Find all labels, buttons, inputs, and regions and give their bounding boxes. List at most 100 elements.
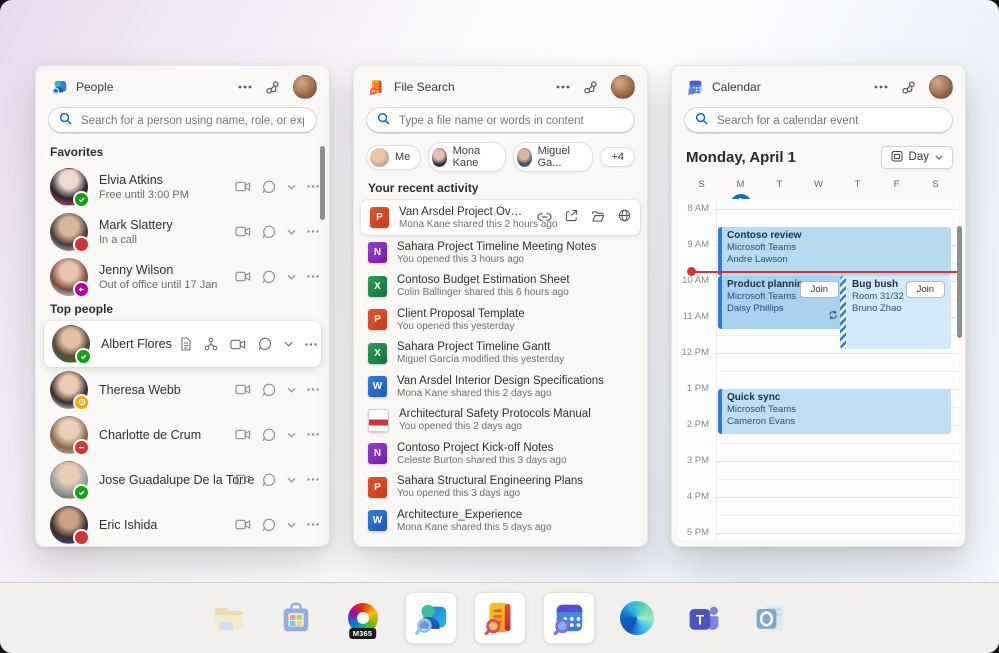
video-call-icon[interactable] [235, 181, 251, 192]
file-row[interactable]: P Sahara Structural Engineering PlansYou… [354, 471, 647, 505]
chat-icon[interactable] [258, 337, 272, 351]
globe-icon[interactable] [618, 209, 631, 227]
chat-icon[interactable] [262, 518, 276, 532]
favorites-section-label: Favorites [36, 142, 329, 164]
chat-icon[interactable] [262, 180, 276, 194]
more-actions-icon[interactable] [307, 275, 319, 278]
scrollbar-thumb[interactable] [957, 226, 962, 338]
calendar-event-contoso-review[interactable]: Contoso review Microsoft Teams Andre Law… [718, 227, 951, 276]
day-schedule-grid[interactable]: 8 AM 9 AM 10 AM 11 AM 12 PM 1 PM 2 PM 3 … [678, 199, 959, 540]
file-row[interactable]: N Contoso Project Kick-off NotesCeleste … [354, 437, 647, 471]
video-call-icon[interactable] [230, 339, 246, 350]
org-chart-icon[interactable] [204, 337, 218, 351]
user-avatar[interactable] [611, 75, 635, 99]
chevron-down-icon[interactable] [287, 274, 296, 280]
file-search-input[interactable] [397, 114, 624, 128]
day-letter: T [855, 179, 861, 190]
filter-chip-miguel[interactable]: Miguel Ga... [513, 142, 593, 172]
calendar-event-quick-sync[interactable]: Quick sync Microsoft Teams Cameron Evans [718, 389, 951, 434]
calendar-event-product-planning[interactable]: Product planning Microsoft Teams Daisy P… [718, 276, 845, 329]
chevron-down-icon[interactable] [287, 387, 296, 393]
person-row[interactable]: Theresa Webb [36, 367, 329, 412]
scrollbar-thumb[interactable] [320, 146, 325, 220]
filter-chip-me[interactable]: Me [366, 145, 421, 170]
taskbar-file-search-app-icon[interactable] [474, 592, 526, 644]
copy-link-icon[interactable] [537, 209, 552, 227]
file-row[interactable]: P Client Proposal TemplateYou opened thi… [354, 303, 647, 337]
more-actions-icon[interactable] [305, 343, 317, 346]
more-actions-icon[interactable] [307, 433, 319, 436]
join-button[interactable]: Join [800, 281, 839, 298]
file-row[interactable]: X Sahara Project Timeline GanttMiguel Ga… [354, 337, 647, 371]
person-row[interactable]: Elvia AtkinsFree until 3:00 PM [36, 164, 329, 209]
more-options-icon[interactable] [556, 85, 570, 89]
file-row-highlighted[interactable]: P Van Arsdel Project Overview...Mona Kan… [361, 200, 640, 235]
chat-icon[interactable] [262, 225, 276, 239]
people-connections-icon[interactable] [265, 80, 280, 95]
taskbar-m365-copilot-icon[interactable]: M365 [338, 593, 388, 643]
open-folder-icon[interactable] [591, 209, 605, 227]
chevron-down-icon[interactable] [287, 477, 296, 483]
person-row[interactable]: Jose Guadalupe De la Torre [36, 457, 329, 502]
chevron-down-icon[interactable] [287, 522, 296, 528]
taskbar-file-explorer-icon[interactable] [204, 593, 254, 643]
people-connections-icon[interactable] [901, 80, 916, 95]
view-selector-button[interactable]: Day [881, 146, 953, 169]
video-call-icon[interactable] [235, 226, 251, 237]
person-row[interactable]: Jenny WilsonOut of office until 17 Jan [36, 254, 329, 299]
more-actions-icon[interactable] [307, 185, 319, 188]
file-row[interactable]: N Sahara Project Timeline Meeting NotesY… [354, 236, 647, 270]
calendar-searchbar[interactable] [684, 107, 953, 134]
file-row[interactable]: Architectural Safety Protocols ManualYou… [354, 404, 647, 438]
user-avatar[interactable] [293, 75, 317, 99]
user-avatar[interactable] [929, 75, 953, 99]
file-row[interactable]: W Van Arsdel Interior Design Specificati… [354, 370, 647, 404]
taskbar-edge-icon[interactable] [612, 593, 662, 643]
person-row-highlighted[interactable]: Albert Flores [44, 321, 321, 367]
file-title: Contoso Project Kick-off Notes [397, 442, 567, 454]
chevron-down-icon[interactable] [287, 229, 296, 235]
chat-icon[interactable] [262, 428, 276, 442]
more-actions-icon[interactable] [307, 478, 319, 481]
file-row[interactable]: W Architecture_ExperienceMona Kane share… [354, 504, 647, 538]
people-connections-icon[interactable] [583, 80, 598, 95]
more-actions-icon[interactable] [307, 230, 319, 233]
more-actions-icon[interactable] [307, 388, 319, 391]
people-searchbar[interactable] [48, 107, 317, 134]
person-row[interactable]: Mark SlatteryIn a call [36, 209, 329, 254]
taskbar-microsoft-store-icon[interactable] [271, 593, 321, 643]
video-call-icon[interactable] [235, 384, 251, 395]
day-letter: S [698, 179, 704, 190]
taskbar-calendar-app-icon[interactable] [543, 592, 595, 644]
video-call-icon[interactable] [235, 429, 251, 440]
filter-chip-mona-kane[interactable]: Mona Kane [428, 142, 506, 172]
more-options-icon[interactable] [874, 85, 888, 89]
taskbar-outlook-icon[interactable] [746, 593, 796, 643]
person-row[interactable]: Charlotte de Crum [36, 412, 329, 457]
person-row[interactable]: Eric Ishida [36, 502, 329, 547]
video-call-icon[interactable] [235, 271, 251, 282]
chevron-down-icon[interactable] [284, 341, 293, 347]
taskbar-teams-icon[interactable]: T [679, 593, 729, 643]
file-title: Contoso Budget Estimation Sheet [397, 274, 570, 286]
video-call-icon[interactable] [235, 474, 251, 485]
chat-icon[interactable] [262, 473, 276, 487]
calendar-search-input[interactable] [715, 114, 942, 128]
chevron-down-icon[interactable] [287, 432, 296, 438]
join-button[interactable]: Join [906, 281, 945, 298]
chat-icon[interactable] [262, 383, 276, 397]
calendar-event-bug-bush[interactable]: Bug bush Room 31/32 Bruno Zhao Join [840, 276, 951, 349]
more-options-icon[interactable] [238, 85, 252, 89]
chevron-down-icon[interactable] [287, 184, 296, 190]
file-search-panel: File Search Me Mona Kane Miguel Ga... +4… [353, 65, 648, 547]
chat-icon[interactable] [262, 270, 276, 284]
share-icon[interactable] [565, 209, 578, 227]
file-row[interactable]: X Contoso Budget Estimation SheetColin B… [354, 270, 647, 304]
video-call-icon[interactable] [235, 519, 251, 530]
people-search-input[interactable] [79, 114, 306, 128]
document-icon[interactable] [180, 337, 192, 351]
more-actions-icon[interactable] [307, 523, 319, 526]
file-searchbar[interactable] [366, 107, 635, 134]
taskbar-people-app-icon[interactable] [405, 592, 457, 644]
filter-chip-more[interactable]: +4 [600, 147, 635, 167]
